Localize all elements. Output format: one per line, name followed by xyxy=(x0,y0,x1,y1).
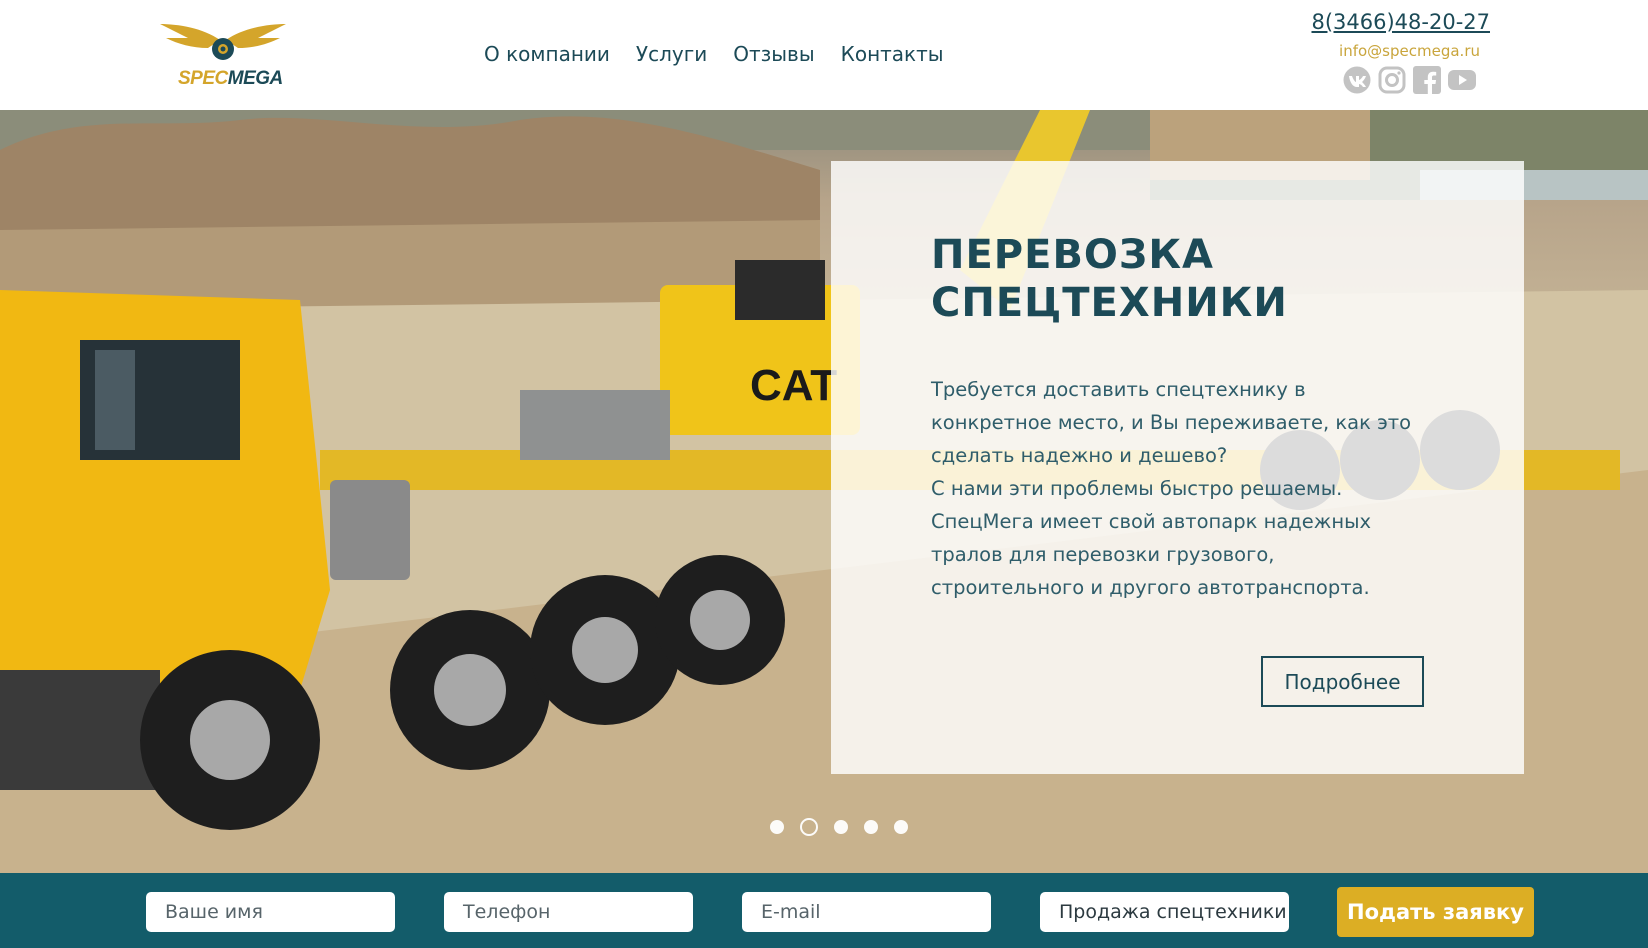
nav-reviews[interactable]: Отзывы xyxy=(733,42,814,66)
social-links xyxy=(1343,66,1476,94)
slider-dot-5[interactable] xyxy=(894,820,908,834)
hero-description: Требуется доставить спецтехнику в конкре… xyxy=(931,378,1412,599)
name-input[interactable]: Ваше имя xyxy=(146,892,395,932)
phone-input[interactable]: Телефон xyxy=(444,892,693,932)
winged-gear-logo-icon xyxy=(160,24,286,60)
email-input[interactable]: E-mail xyxy=(742,892,991,932)
slider-dot-1[interactable] xyxy=(770,820,784,834)
youtube-icon[interactable] xyxy=(1448,66,1476,94)
nav-contacts[interactable]: Контакты xyxy=(841,42,944,66)
site-header: SPECMEGA О компании Услуги Отзывы Контак… xyxy=(0,0,1648,110)
slider-dot-2[interactable] xyxy=(800,818,818,836)
hero-title: ПЕРЕВОЗКА СПЕЦТЕХНИКИ xyxy=(931,232,1288,326)
main-nav: О компании Услуги Отзывы Контакты xyxy=(484,42,944,66)
slider-dots xyxy=(770,818,908,836)
hero-slider: CAT ПЕРЕВОЗКА СПЕЦТЕХНИКИ Требуется дост… xyxy=(0,110,1648,873)
nav-about[interactable]: О компании xyxy=(484,42,610,66)
more-button[interactable]: Подробнее xyxy=(1261,656,1424,707)
slider-dot-3[interactable] xyxy=(834,820,848,834)
logo[interactable]: SPECMEGA xyxy=(158,18,288,96)
request-form: Ваше имя Телефон E-mail Продажа спецтехн… xyxy=(0,873,1648,948)
submit-button[interactable]: Подать заявку xyxy=(1337,887,1534,937)
instagram-icon[interactable] xyxy=(1378,66,1406,94)
email-link[interactable]: info@specmega.ru xyxy=(1290,42,1480,60)
hero-panel: ПЕРЕВОЗКА СПЕЦТЕХНИКИ Требуется доставит… xyxy=(831,161,1524,774)
header-contacts: 8(3466)48-20-27 info@specmega.ru xyxy=(1290,10,1490,94)
svg-text:CAT: CAT xyxy=(750,361,837,410)
logo-text: SPECMEGA xyxy=(178,68,283,89)
vk-icon[interactable] xyxy=(1343,66,1371,94)
nav-services[interactable]: Услуги xyxy=(636,42,707,66)
facebook-icon[interactable] xyxy=(1413,66,1441,94)
slider-dot-4[interactable] xyxy=(864,820,878,834)
phone-link[interactable]: 8(3466)48-20-27 xyxy=(1290,10,1490,34)
service-select[interactable]: Продажа спецтехники xyxy=(1040,892,1289,932)
